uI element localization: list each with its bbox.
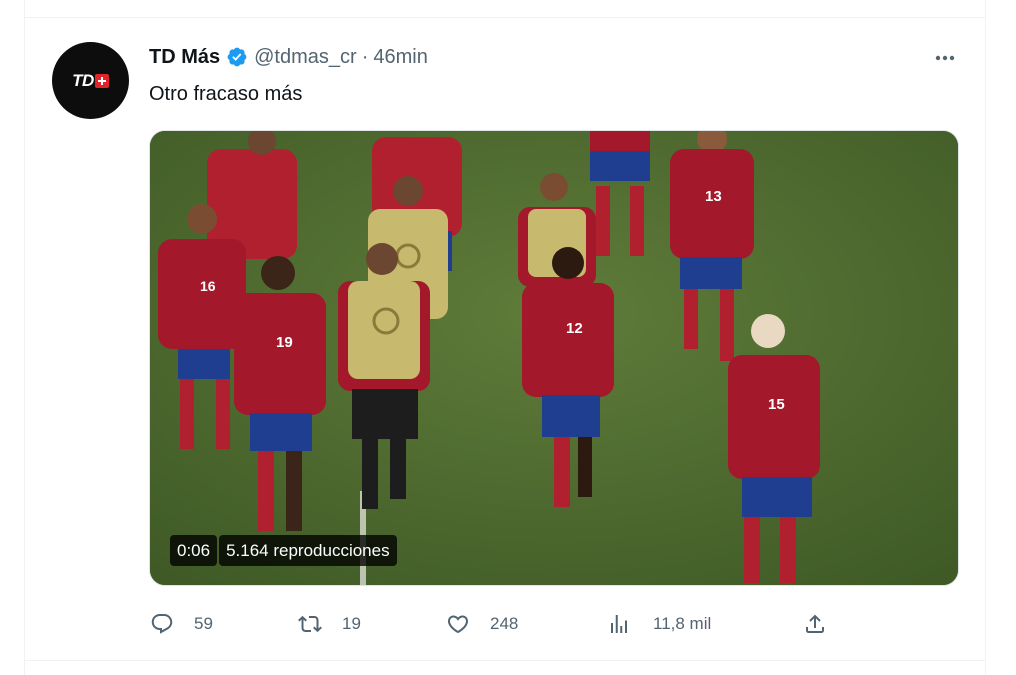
jersey-number-15: 15	[768, 396, 785, 413]
author-avatar[interactable]: TD	[52, 42, 129, 119]
retweet-icon	[298, 615, 322, 633]
verified-badge-icon	[227, 47, 247, 67]
avatar-logo-text: TD	[72, 70, 94, 90]
like-count: 248	[490, 614, 519, 633]
bottom-divider	[24, 660, 986, 661]
tweet-text: Otro fracaso más	[149, 83, 303, 105]
author-handle[interactable]: @tdmas_cr	[254, 45, 357, 69]
share-icon	[806, 614, 824, 633]
like-button[interactable]: 248	[446, 608, 518, 640]
video-duration: 0:06	[170, 535, 218, 566]
top-divider	[24, 17, 986, 18]
tweet-header: TD Más @tdmas_cr · 46min	[149, 45, 428, 69]
video-overlay: 0:06 5.164 reproducciones	[170, 535, 397, 566]
video-views: 5.164 reproducciones	[219, 535, 397, 566]
reply-button[interactable]: 59	[150, 608, 213, 640]
avatar-logo: TD	[72, 71, 109, 91]
retweet-button[interactable]: 19	[298, 608, 361, 640]
views-button[interactable]: 11,8 mil	[607, 608, 711, 640]
video-frame: 16 19 12 13 15	[150, 131, 958, 585]
retweet-count: 19	[342, 614, 361, 633]
share-button[interactable]	[803, 608, 847, 640]
reply-count: 59	[194, 614, 213, 633]
video-player[interactable]: 16 19 12 13 15	[149, 130, 959, 586]
jersey-number-13: 13	[705, 188, 722, 205]
tweet-time[interactable]: 46min	[373, 45, 427, 69]
more-horizontal-icon	[935, 55, 955, 61]
more-button[interactable]	[930, 46, 960, 70]
heart-icon	[447, 615, 469, 634]
reply-icon	[151, 614, 173, 634]
author-name[interactable]: TD Más	[149, 45, 220, 69]
separator-dot: ·	[361, 46, 369, 68]
avatar-plus-icon	[94, 73, 109, 88]
jersey-number-16: 16	[200, 278, 216, 294]
left-border	[24, 0, 25, 675]
view-count: 11,8 mil	[653, 614, 712, 633]
jersey-number-12: 12	[566, 320, 583, 337]
right-border	[985, 0, 986, 675]
jersey-number-19: 19	[276, 334, 293, 351]
analytics-icon	[611, 615, 627, 633]
tweet-actions: 59 19 248 11,8 mil	[0, 608, 1016, 640]
